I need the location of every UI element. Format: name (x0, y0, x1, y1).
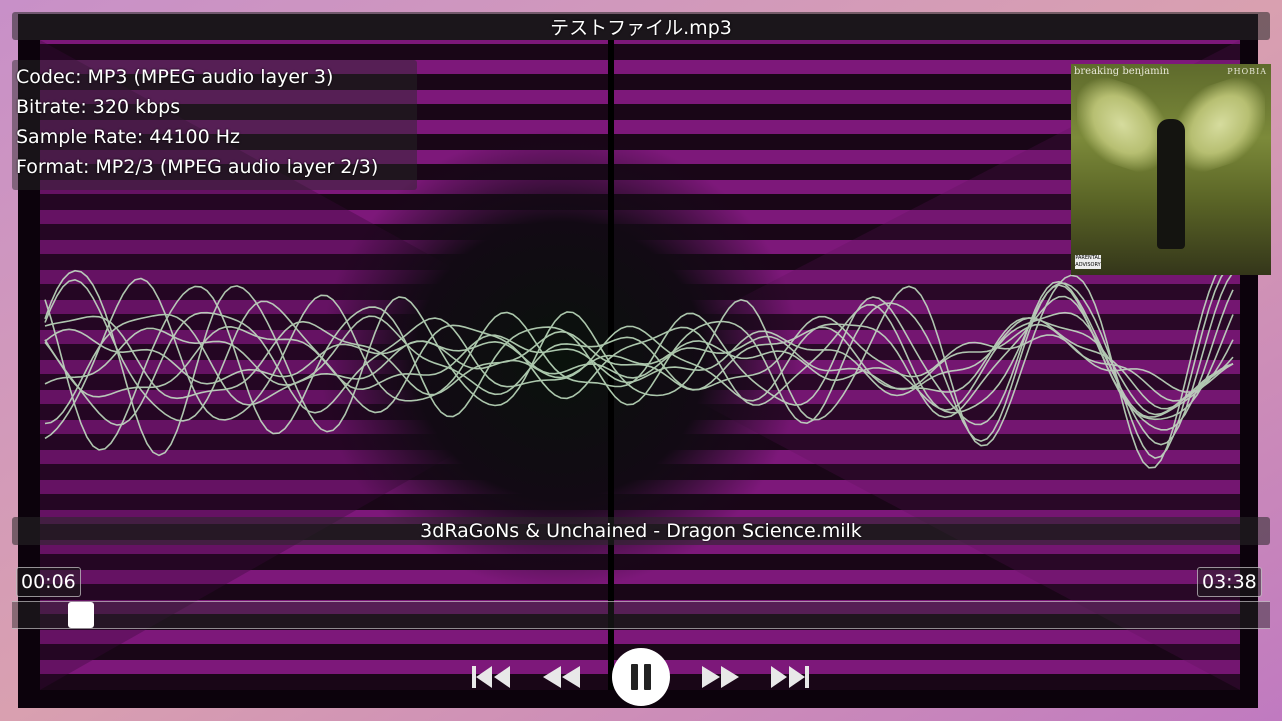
rewind-button[interactable] (538, 648, 584, 706)
bitrate-info: Bitrate: 320 kbps (16, 96, 181, 118)
format-info: Format: MP2/3 (MPEG audio layer 2/3) (16, 156, 379, 178)
parental-advisory-label: PARENTAL ADVISORY (1075, 255, 1101, 269)
skip-to-start-button[interactable] (469, 648, 513, 706)
album-art-right-wing (1175, 67, 1265, 182)
pause-icon (631, 664, 651, 690)
album-art-figure (1157, 119, 1185, 249)
fast-forward-icon (702, 666, 739, 688)
preset-name-bar: 3dRaGoNs & Unchained - Dragon Science.mi… (12, 517, 1270, 545)
playback-controls (0, 648, 1282, 706)
total-time: 03:38 (1197, 567, 1262, 597)
seek-bar[interactable] (12, 601, 1270, 629)
rewind-icon (543, 666, 580, 688)
fast-forward-button[interactable] (698, 648, 744, 706)
pause-button-circle (612, 648, 670, 706)
track-info-panel: Codec: MP3 (MPEG audio layer 3) Bitrate:… (12, 60, 417, 190)
album-name: PHOBIA (1227, 67, 1267, 76)
skip-to-end-button[interactable] (768, 648, 812, 706)
album-art-left-wing (1077, 67, 1167, 182)
sample-rate-info: Sample Rate: 44100 Hz (16, 126, 241, 148)
album-art: breaking benjamin PHOBIA PARENTAL ADVISO… (1071, 64, 1271, 275)
file-title-bar: テストファイル.mp3 (12, 12, 1270, 40)
seek-handle[interactable] (67, 602, 94, 628)
pause-button[interactable] (611, 648, 671, 706)
album-band-name: breaking benjamin (1074, 66, 1170, 77)
file-title: テストファイル.mp3 (550, 16, 732, 39)
codec-info: Codec: MP3 (MPEG audio layer 3) (16, 66, 334, 88)
skip-to-start-icon (472, 666, 510, 688)
elapsed-time: 00:06 (16, 567, 81, 597)
preset-name: 3dRaGoNs & Unchained - Dragon Science.mi… (420, 520, 862, 542)
skip-to-end-icon (771, 666, 809, 688)
